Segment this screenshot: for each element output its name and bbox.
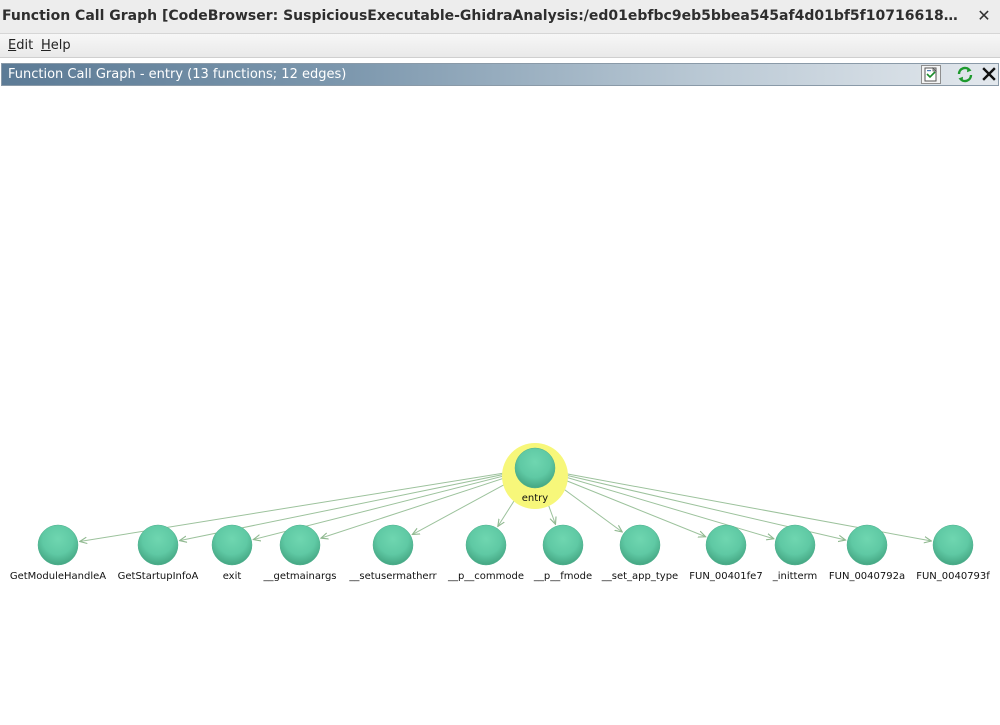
call-graph-canvas[interactable]: entry GetModuleHandleA GetStartupInfoA exit… [0, 87, 1000, 725]
refresh-icon [957, 66, 973, 83]
node-circle[interactable] [932, 524, 974, 566]
graph-node[interactable]: FUN_0040792a [829, 524, 905, 582]
menu-edit-label: dit [16, 38, 34, 53]
graph-node[interactable]: __getmainargs [262, 524, 337, 582]
node-circle[interactable] [279, 524, 321, 566]
node-label: GetStartupInfoA [118, 571, 199, 582]
node-circle[interactable] [542, 524, 584, 566]
panel-header: Function Call Graph - entry (13 function… [1, 63, 999, 86]
node-label: exit [223, 571, 242, 582]
snapshot-icon [924, 67, 937, 82]
graph-node[interactable]: __setusermatherr [348, 524, 438, 582]
graph-node[interactable]: FUN_00401fe7 [689, 524, 763, 582]
node-circle[interactable] [846, 524, 888, 566]
graph-node[interactable]: exit [211, 524, 253, 582]
node-label: __set_app_type [601, 571, 678, 582]
graph-node-entry[interactable]: entry [502, 443, 568, 509]
node-label: entry [522, 493, 549, 504]
menubar: Edit Help [0, 34, 1000, 58]
graph-node[interactable]: GetModuleHandleA [10, 524, 106, 582]
close-icon [982, 67, 996, 81]
menu-help-mnemonic: H [41, 38, 51, 53]
close-panel-button[interactable] [979, 65, 999, 84]
window-title: Function Call Graph [CodeBrowser: Suspic… [2, 8, 962, 24]
window-titlebar[interactable]: Function Call Graph [CodeBrowser: Suspic… [0, 0, 1000, 34]
menu-edit-mnemonic: E [8, 38, 17, 53]
node-circle[interactable] [465, 524, 507, 566]
node-label: __p__fmode [533, 571, 592, 582]
node-label: FUN_00401fe7 [689, 571, 762, 582]
node-label: FUN_0040793f [916, 571, 990, 582]
node-circle[interactable] [137, 524, 179, 566]
node-circle[interactable] [211, 524, 253, 566]
graph-node[interactable]: __set_app_type [601, 524, 678, 582]
node-circle[interactable] [514, 447, 556, 489]
graph-node[interactable]: __p__commode [447, 524, 524, 582]
node-label: __setusermatherr [348, 571, 437, 582]
node-circle[interactable] [37, 524, 79, 566]
node-label: __getmainargs [262, 571, 336, 582]
node-label: __p__commode [447, 571, 524, 582]
refresh-button[interactable] [955, 65, 975, 84]
graph-node[interactable]: _initterm [772, 524, 818, 582]
nodes-layer: entry GetModuleHandleA GetStartupInfoA exit… [10, 443, 990, 582]
panel-title: Function Call Graph - entry (13 function… [8, 67, 347, 82]
node-label: GetModuleHandleA [10, 571, 106, 582]
graph-node[interactable]: __p__fmode [533, 524, 592, 582]
function-call-graph-window: Function Call Graph [CodeBrowser: Suspic… [0, 0, 1000, 725]
menu-help-label: elp [50, 38, 71, 53]
node-circle[interactable] [619, 524, 661, 566]
node-label: _initterm [772, 571, 818, 582]
menu-edit[interactable]: Edit [8, 38, 33, 53]
node-circle[interactable] [774, 524, 816, 566]
node-circle[interactable] [705, 524, 747, 566]
node-label: FUN_0040792a [829, 571, 905, 582]
menu-help[interactable]: Help [41, 38, 71, 53]
snapshot-button[interactable] [921, 65, 941, 84]
graph-node[interactable]: FUN_0040793f [916, 524, 990, 582]
node-circle[interactable] [372, 524, 414, 566]
window-close-icon[interactable]: ✕ [976, 6, 992, 26]
